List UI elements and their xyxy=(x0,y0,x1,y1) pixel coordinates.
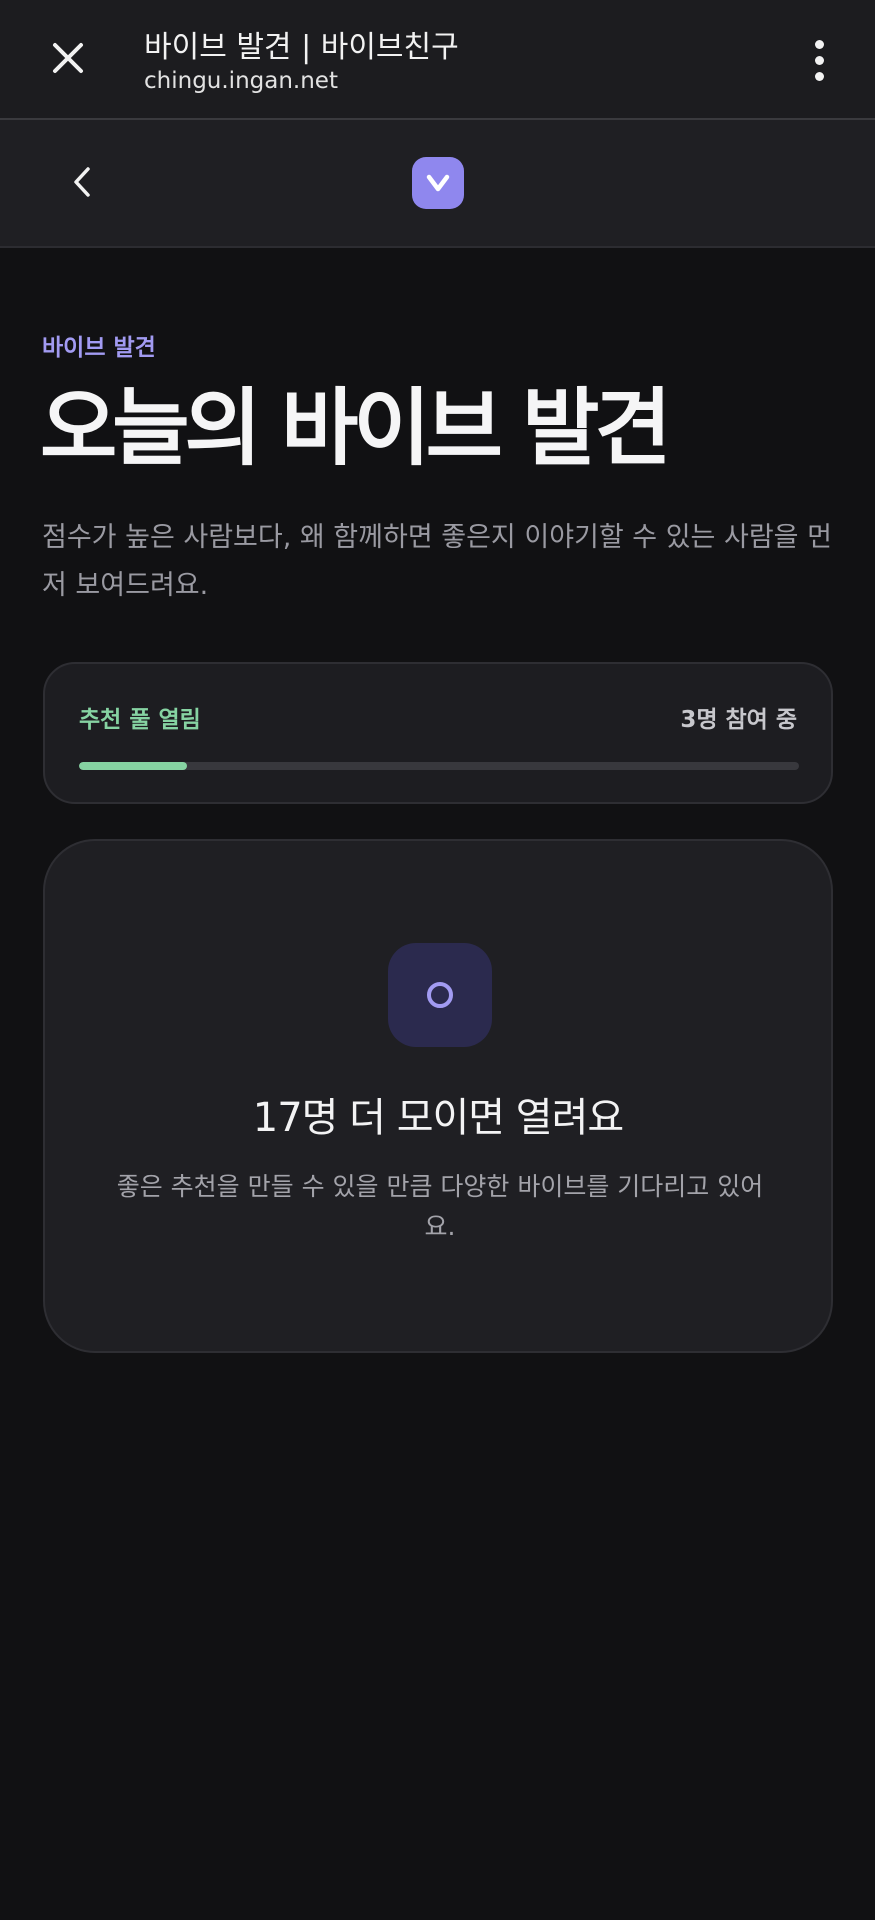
waiting-title: 17명 더 모이면 열려요 xyxy=(252,1095,624,1141)
waiting-description: 좋은 추천을 만들 수 있을 만큼 다양한 바이브를 기다리고 있어요. xyxy=(116,1172,764,1241)
recommendation-pool-card: 추천 풀 열림 3명 참여 중 xyxy=(43,662,833,804)
pool-progress-bar xyxy=(79,762,799,770)
app-logo[interactable] xyxy=(412,157,464,209)
app-header xyxy=(0,120,875,248)
page-title: 오늘의 바이브 발견 xyxy=(40,379,672,477)
section-eyebrow: 바이브 발견 xyxy=(42,335,156,361)
pool-status-label: 추천 풀 열림 xyxy=(79,707,201,733)
participant-count: 3명 참여 중 xyxy=(680,707,797,733)
close-icon xyxy=(53,43,83,73)
circle-icon xyxy=(427,982,453,1008)
browser-url[interactable]: chingu.ingan.net xyxy=(144,68,338,94)
page-description: 점수가 높은 사람보다, 왜 함께하면 좋은지 이야기할 수 있는 사람을 먼저… xyxy=(42,522,832,601)
waiting-card: 17명 더 모이면 열려요 좋은 추천을 만들 수 있을 만큼 다양한 바이브를… xyxy=(43,839,833,1353)
close-button[interactable] xyxy=(38,28,98,88)
pool-progress-fill xyxy=(79,762,187,770)
chevron-left-icon xyxy=(74,167,90,197)
back-button[interactable] xyxy=(54,154,110,210)
more-options-button[interactable] xyxy=(789,28,849,92)
browser-toolbar: 바이브 발견 | 바이브친구 chingu.ingan.net xyxy=(0,0,875,120)
browser-page-title: 바이브 발견 | 바이브친구 xyxy=(144,30,459,65)
more-vert-icon xyxy=(814,39,824,49)
waiting-icon-badge xyxy=(388,943,492,1047)
logo-v-icon xyxy=(426,174,450,192)
